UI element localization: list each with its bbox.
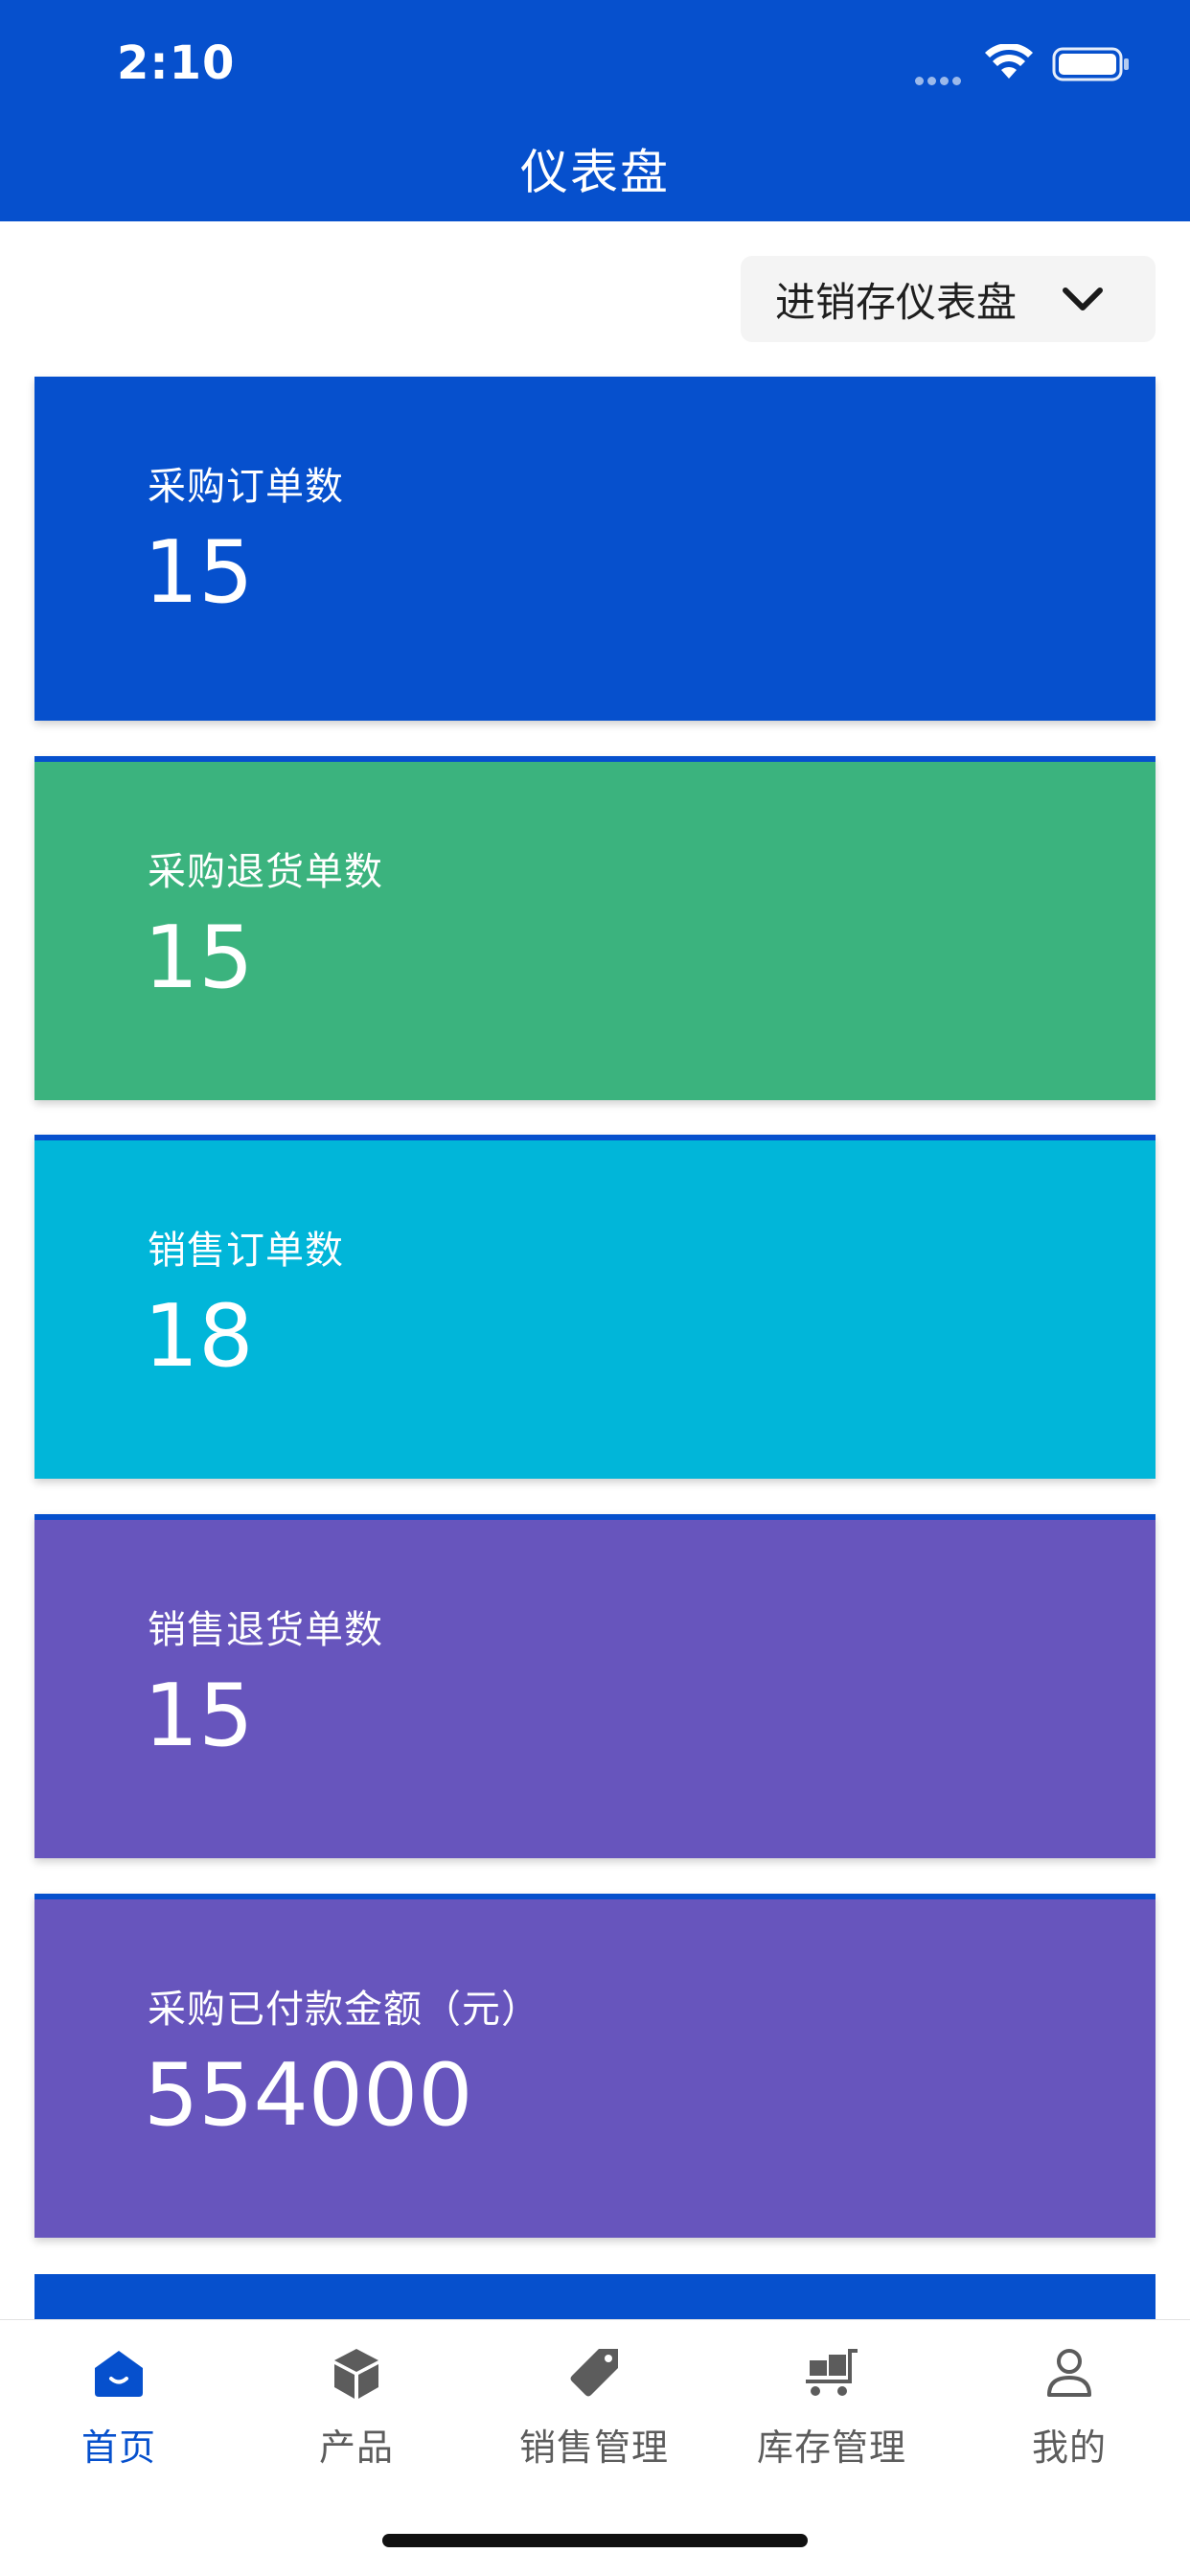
stat-card-label: 采购订单数 (148, 465, 344, 509)
tab-products[interactable]: 产品 (238, 2320, 475, 2512)
stat-card-sales-orders[interactable]: 销售订单数 18 (34, 1135, 1156, 1479)
tab-label: 销售管理 (518, 2426, 669, 2469)
stat-card-purchase-paid-amount[interactable]: 采购已付款金额（元） 554000 (34, 1894, 1156, 2238)
stat-card-partial (34, 2274, 1156, 2322)
tab-inventory-management[interactable]: 库存管理 (713, 2320, 950, 2512)
tab-label: 产品 (318, 2426, 394, 2469)
stat-card-value: 15 (144, 908, 254, 1008)
stat-card-value: 18 (144, 1286, 254, 1387)
tab-profile[interactable]: 我的 (950, 2320, 1188, 2512)
screen: 2:10 仪表盘 进销存仪表盘 采购订单数 15 采购退货单数 15 销售订单数 (0, 0, 1190, 2576)
tab-sales-management[interactable]: 销售管理 (475, 2320, 713, 2512)
stat-card-value: 15 (144, 522, 254, 623)
stat-card-purchase-returns[interactable]: 采购退货单数 15 (34, 756, 1156, 1100)
dashboard-select[interactable]: 进销存仪表盘 (741, 256, 1156, 342)
stat-card-sales-returns[interactable]: 销售退货单数 15 (34, 1514, 1156, 1858)
wifi-icon (985, 44, 1033, 79)
signal-icon (915, 71, 965, 89)
battery-icon (1052, 47, 1129, 81)
stat-card-label: 销售退货单数 (148, 1608, 383, 1652)
user-icon (1047, 2349, 1091, 2397)
status-time: 2:10 (117, 36, 236, 90)
box-icon (334, 2349, 378, 2399)
home-indicator (382, 2534, 808, 2547)
tab-label: 我的 (1031, 2426, 1107, 2469)
app-header: 2:10 仪表盘 (0, 0, 1190, 221)
tab-label: 首页 (80, 2426, 156, 2469)
stat-card-label: 采购已付款金额（元） (148, 1988, 540, 2032)
chevron-down-icon (1063, 288, 1103, 310)
stat-card-label: 采购退货单数 (148, 850, 383, 894)
tab-label: 库存管理 (756, 2426, 906, 2469)
stat-card-label: 销售订单数 (148, 1229, 344, 1273)
stat-card-value: 554000 (144, 2045, 473, 2146)
cart-icon (806, 2349, 858, 2396)
stat-card-value: 15 (144, 1666, 254, 1766)
page-title: 仪表盘 (520, 145, 670, 200)
tag-icon (570, 2349, 618, 2397)
stat-card-purchase-orders[interactable]: 采购订单数 15 (34, 377, 1156, 721)
home-icon (95, 2351, 143, 2397)
tab-home[interactable]: 首页 (0, 2320, 238, 2512)
dashboard-select-value: 进销存仪表盘 (775, 278, 1018, 326)
